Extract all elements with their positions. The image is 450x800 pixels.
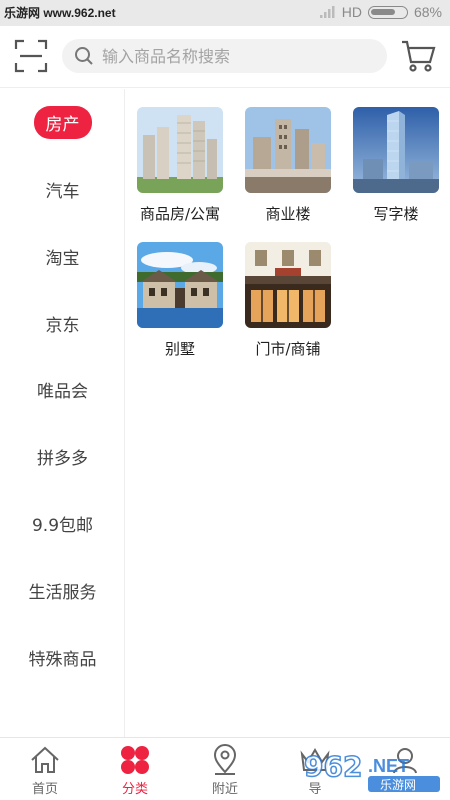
search-input[interactable] [102,46,372,66]
nav-label: 附近 [211,782,238,797]
location-icon [213,744,237,775]
svg-text:.NET: .NET [368,756,409,776]
category-special-goods[interactable]: 特殊商品 [0,637,125,677]
cart-icon [402,40,436,72]
category-label: 拼多多 [37,448,88,469]
scan-icon [14,39,48,73]
nav-nearby[interactable]: 附近 [180,744,270,797]
battery-percent: 68% [413,4,442,20]
category-sidebar: 房产 汽车 淘宝 京东 唯品会 拼多多 9.9包邮 生活服务 特殊商品 [0,89,125,737]
nav-home[interactable]: 首页 [0,744,90,797]
svg-text:962: 962 [304,750,362,783]
subcategory-office-building[interactable]: 写字楼 [346,107,446,224]
subcategory-label: 门市/商铺 [255,340,321,358]
category-pinduoduo[interactable]: 拼多多 [0,436,125,476]
watermark-text: 乐游网 www.962.net [4,6,116,20]
status-bar: 乐游网 www.962.net HD 68% [0,0,450,26]
subcategory-grid: 商品房/公寓 商业楼 写字楼 别墅 门市/商铺 [126,89,450,737]
category-real-estate[interactable]: 房产 [0,102,125,142]
category-label: 特殊商品 [28,649,97,670]
office-building-image [353,107,439,193]
category-free-shipping[interactable]: 9.9包邮 [0,503,125,543]
watermark-logo: 962 .NET 乐游网 [303,749,440,792]
search-icon [75,47,93,65]
category-life-services[interactable]: 生活服务 [0,570,125,610]
scan-button[interactable] [14,39,48,73]
subcategory-villa[interactable]: 别墅 [130,242,230,359]
subcategory-label: 商品房/公寓 [139,205,221,223]
home-icon [31,746,59,773]
storefront-image [245,242,331,328]
battery-icon [367,5,408,19]
cart-button[interactable] [400,39,436,73]
network-type: HD [341,4,362,20]
category-label: 9.9包邮 [31,515,94,536]
villa-image [137,242,223,328]
nav-category[interactable]: 分类 [90,744,180,797]
nav-label: 首页 [31,782,58,797]
apartment-image [137,107,223,193]
category-icon [121,746,149,774]
category-jd[interactable]: 京东 [0,303,125,343]
search-bar[interactable] [62,39,387,73]
category-label: 唯品会 [37,381,88,402]
category-cars[interactable]: 汽车 [0,169,125,209]
svg-text:乐游网: 乐游网 [380,778,416,792]
status-indicators: HD 68% [319,4,442,20]
subcategory-storefront[interactable]: 门市/商铺 [238,242,338,359]
category-label: 京东 [45,315,80,336]
category-label: 淘宝 [45,248,80,269]
category-taobao[interactable]: 淘宝 [0,236,125,276]
nav-label: 分类 [121,782,148,797]
subcategory-label: 商业楼 [265,205,311,223]
category-label: 生活服务 [28,582,97,603]
commercial-building-image [245,107,331,193]
subcategory-commercial-building[interactable]: 商业楼 [238,107,338,224]
top-header [0,26,450,88]
category-label: 汽车 [45,181,80,202]
category-vip[interactable]: 唯品会 [0,369,125,409]
subcategory-label: 写字楼 [373,205,419,223]
signal-icon [319,6,335,18]
category-label: 房产 [33,105,92,139]
subcategory-apartment[interactable]: 商品房/公寓 [130,107,230,224]
subcategory-label: 别墅 [164,340,195,358]
